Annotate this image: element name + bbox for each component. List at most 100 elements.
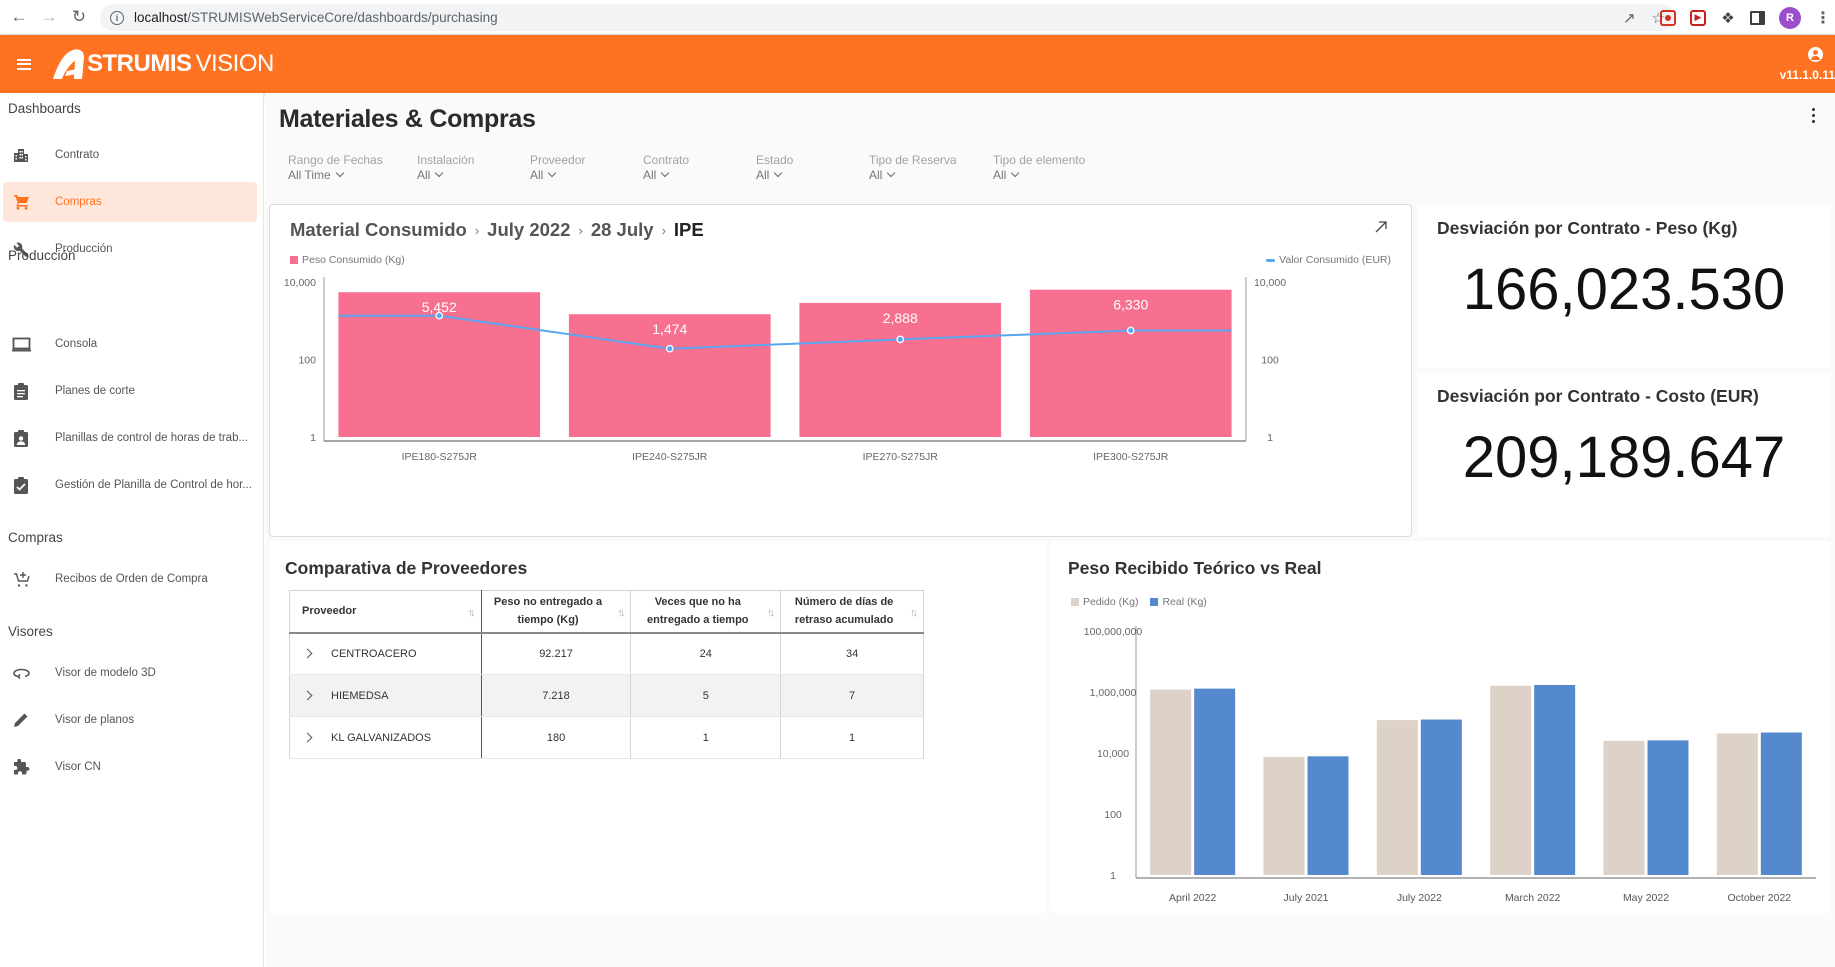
- filter-label: Instalación: [417, 153, 475, 167]
- bar-real: [1307, 756, 1349, 875]
- brand-suffix: VISION: [195, 50, 275, 77]
- y2-tick-label: 10,000: [1254, 277, 1286, 289]
- filter-instalacion[interactable]: Instalación All: [417, 153, 474, 182]
- video-speed-extension-icon[interactable]: ▶: [1690, 9, 1706, 26]
- suppliers-card: Comparativa de Proveedores Proveedor ↑↓ …: [269, 541, 1047, 913]
- material-consumido-card: Material Consumido › July 2022 › 28 July…: [269, 204, 1412, 537]
- app-header: STRUMIS VISION v11.1.0.11: [0, 35, 1835, 93]
- laptop-icon: [10, 333, 32, 355]
- kpi-value: 209,189.647: [1462, 425, 1786, 490]
- sidebar-item-consola[interactable]: Consola: [3, 324, 257, 364]
- browser-menu-icon[interactable]: ⋮: [1815, 8, 1831, 28]
- sort-icon[interactable]: ↑↓: [910, 604, 918, 622]
- sidebar-item-label: Gestión de Planilla de Control de hor...: [55, 479, 252, 491]
- y2-tick-label: 100: [1261, 355, 1279, 367]
- bar-pedido: [1376, 720, 1418, 875]
- line-point: [435, 311, 444, 320]
- hamburger-menu-icon[interactable]: [17, 58, 31, 70]
- sort-icon[interactable]: ↑↓: [767, 604, 775, 622]
- y-tick-label: 100,000,000: [1084, 626, 1143, 638]
- filter-proveedor[interactable]: Proveedor All: [530, 153, 585, 182]
- sort-icon[interactable]: ↑↓: [617, 604, 625, 622]
- expand-row-chevron-icon[interactable]: [302, 732, 313, 742]
- filter-rango-de-fechas[interactable]: Rango de Fechas All Time: [288, 153, 383, 182]
- expand-row-chevron-icon[interactable]: [302, 690, 313, 700]
- chevron-down-icon: [335, 168, 344, 178]
- cell-veces: 5: [630, 674, 782, 717]
- strumis-logo[interactable]: STRUMIS VISION: [51, 47, 274, 81]
- cart-icon: [10, 191, 32, 213]
- filter-tipo-de-elemento[interactable]: Tipo de elemento All: [993, 153, 1085, 182]
- back-button[interactable]: ←: [8, 6, 30, 28]
- site-info-icon[interactable]: i: [110, 10, 124, 25]
- x-tick-label: IPE240-S275JR: [632, 451, 708, 463]
- main-content: Materiales & Compras Rango de Fechas All…: [265, 93, 1835, 967]
- sidebar-section-dashboards: Dashboards: [8, 101, 81, 116]
- chevron-down-icon: [774, 168, 783, 178]
- filter-value: All: [756, 168, 770, 182]
- filter-estado[interactable]: Estado All: [756, 153, 793, 182]
- y-tick-label: 1: [310, 432, 316, 444]
- reload-button[interactable]: ↻: [68, 6, 90, 28]
- expand-row-chevron-icon[interactable]: [302, 648, 313, 659]
- profile-avatar[interactable]: R: [1779, 6, 1801, 29]
- sidebar-section-visores: Visores: [8, 624, 53, 639]
- page-options-menu-icon[interactable]: [1812, 108, 1818, 123]
- page-title: Materiales & Compras: [279, 105, 536, 133]
- sidebar-item-compras[interactable]: Compras: [3, 182, 257, 222]
- bar-pedido: [1716, 733, 1758, 875]
- y2-tick-label: 1: [1267, 432, 1273, 444]
- cell-peso: 180: [480, 716, 632, 759]
- extensions-puzzle-icon[interactable]: ❖: [1720, 10, 1736, 27]
- bar-pedido: [1263, 756, 1305, 875]
- column-header-proveedor[interactable]: Proveedor ↑↓: [289, 590, 482, 634]
- column-header-veces[interactable]: Veces que no ha entregado a tiempo ↑↓: [630, 590, 782, 634]
- url-path: /STRUMISWebServiceCore/dashboards/purcha…: [187, 10, 498, 25]
- table-row[interactable]: HIEMEDSA 7.218 5 7: [289, 674, 924, 717]
- browser-toolbar: ← → ↻ i localhost/STRUMISWebServiceCore/…: [0, 0, 1835, 35]
- sidebar-item-recibos-orden-compra[interactable]: Recibos de Orden de Compra: [3, 559, 257, 599]
- building-icon: [10, 144, 32, 166]
- sidebar-item-gestion-planilla[interactable]: Gestión de Planilla de Control de hor...: [3, 465, 257, 505]
- filter-contrato[interactable]: Contrato All: [643, 153, 689, 182]
- cell-proveedor: CENTROACERO: [331, 647, 417, 660]
- cell-dias: 7: [780, 674, 924, 717]
- column-header-label: retraso acumulado: [794, 614, 894, 627]
- sidebar-item-planes-de-corte[interactable]: Planes de corte: [3, 371, 257, 411]
- sidebar-item-label: Planillas de control de horas de trab...: [55, 432, 249, 444]
- screen-recorder-extension-icon[interactable]: [1660, 9, 1676, 26]
- bar-real: [1647, 740, 1689, 875]
- sidebar-item-visor-planos[interactable]: Visor de planos: [3, 700, 257, 740]
- x-tick-label: October 2022: [1728, 892, 1792, 904]
- chevron-down-icon: [1011, 168, 1020, 178]
- cell-veces: 1: [630, 716, 782, 759]
- sidebar-item-planillas-control-horas[interactable]: Planillas de control de horas de trab...: [3, 418, 257, 458]
- line-point: [665, 344, 674, 353]
- bar-real: [1420, 719, 1462, 875]
- sidebar-item-visor-cn[interactable]: Visor CN: [3, 747, 257, 787]
- table-header-row: Proveedor ↑↓ Peso no entregado a tiempo …: [289, 590, 924, 634]
- user-account-icon[interactable]: [1808, 47, 1823, 62]
- sidebar-item-label: Planes de corte: [55, 385, 135, 397]
- side-panel-icon[interactable]: [1750, 10, 1765, 25]
- share-icon[interactable]: ↗: [1623, 9, 1636, 27]
- address-bar[interactable]: i localhost/STRUMISWebServiceCore/dashbo…: [100, 4, 1675, 31]
- sort-icon[interactable]: ↑↓: [468, 604, 476, 622]
- filter-tipo-de-reserva[interactable]: Tipo de Reserva All: [869, 153, 957, 182]
- x-tick-label: April 2022: [1169, 892, 1216, 904]
- column-header-label: Número de días de: [794, 596, 894, 609]
- table-row[interactable]: CENTROACERO 92.217 24 34: [289, 632, 924, 675]
- bar-data-label: 6,330: [1113, 297, 1148, 313]
- table-row[interactable]: KL GALVANIZADOS 180 1 1: [289, 716, 924, 759]
- chevron-down-icon: [661, 168, 670, 178]
- forward-button[interactable]: →: [38, 6, 60, 28]
- column-header-label: Peso no entregado a: [493, 596, 603, 609]
- x-tick-label: March 2022: [1505, 892, 1561, 904]
- column-header-dias[interactable]: Número de días de retraso acumulado ↑↓: [780, 590, 924, 634]
- x-tick-label: IPE270-S275JR: [863, 451, 939, 463]
- filter-label: Rango de Fechas: [288, 153, 383, 167]
- sidebar-item-visor-modelo-3d[interactable]: Visor de modelo 3D: [3, 653, 257, 693]
- column-header-peso[interactable]: Peso no entregado a tiempo (Kg) ↑↓: [480, 590, 632, 634]
- cart-plus-icon: [10, 568, 32, 590]
- sidebar-item-contrato[interactable]: Contrato: [3, 135, 257, 175]
